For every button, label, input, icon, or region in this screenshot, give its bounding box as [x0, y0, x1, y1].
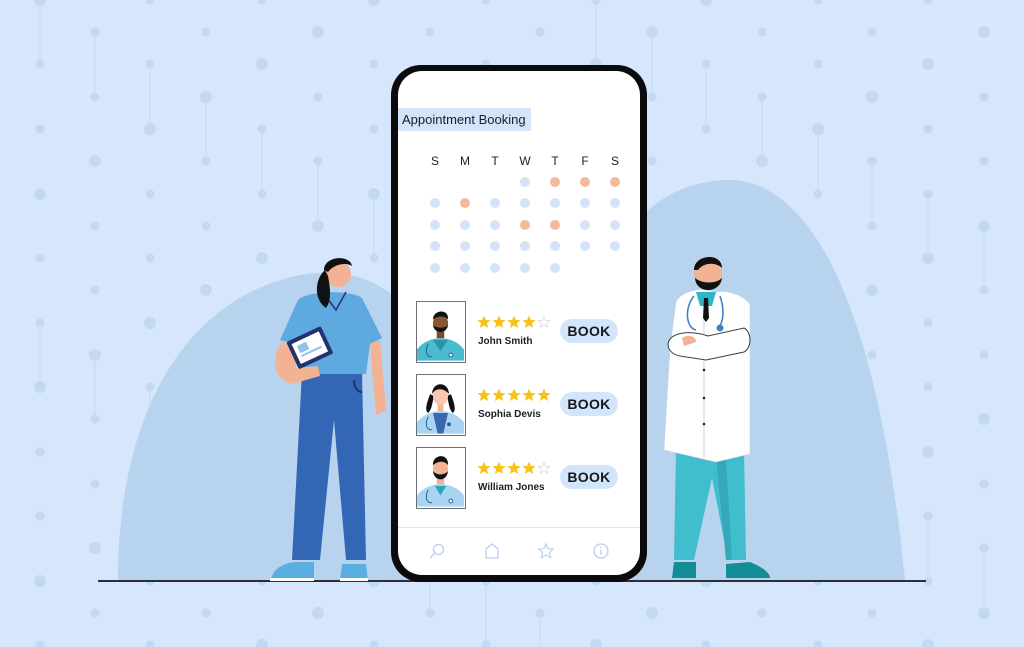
book-button[interactable]: BOOK [560, 465, 618, 489]
calendar-grid [420, 171, 630, 279]
calendar-day-available[interactable] [610, 219, 620, 230]
calendar-day-available[interactable] [520, 241, 530, 252]
doctor-name: John Smith [478, 336, 533, 347]
calendar-day-booked[interactable] [520, 219, 530, 230]
rating-stars [477, 461, 551, 475]
star-filled-icon [522, 315, 536, 329]
star-filled-icon [492, 315, 506, 329]
calendar-day-available[interactable] [580, 198, 590, 209]
calendar-day-available[interactable] [430, 219, 440, 230]
doctor-name: William Jones [478, 482, 545, 493]
nav-favorites[interactable] [534, 539, 558, 563]
calendar-week-row [420, 236, 630, 258]
star-filled-icon [477, 315, 491, 329]
calendar-day-empty [430, 177, 440, 187]
doctor-list-item: William Jones BOOK [416, 447, 626, 520]
star-empty-icon [537, 461, 551, 475]
star-filled-icon [522, 388, 536, 402]
calendar-day-booked[interactable] [550, 176, 560, 187]
calendar-day-available[interactable] [580, 219, 590, 230]
calendar-day-empty [460, 177, 470, 187]
phone-mockup: Appointment Booking S M T W T F S John S… [391, 65, 647, 582]
doctor-illustration [663, 256, 770, 578]
search-icon [429, 543, 445, 559]
calendar-week-row [420, 214, 630, 236]
calendar-day-available[interactable] [580, 241, 590, 252]
calendar-day-available[interactable] [520, 176, 530, 187]
doctor-list-item: Sophia Devis BOOK [416, 374, 626, 447]
nav-search[interactable] [425, 539, 449, 563]
star-filled-icon [492, 388, 506, 402]
calendar-week-row [420, 193, 630, 215]
star-filled-icon [537, 388, 551, 402]
doctor-list-item: John Smith BOOK [416, 301, 626, 374]
calendar-day-available[interactable] [460, 262, 470, 273]
calendar-day-available[interactable] [550, 198, 560, 209]
calendar-weekday-header: S M T W T F S [420, 151, 630, 171]
phone-screen: Appointment Booking S M T W T F S John S… [398, 71, 640, 575]
calendar-day-available[interactable] [490, 198, 500, 209]
star-filled-icon [507, 461, 521, 475]
weekday-label: F [581, 154, 589, 168]
calendar-day-available[interactable] [460, 219, 470, 230]
calendar-day-available[interactable] [430, 198, 440, 209]
calendar-day-available[interactable] [460, 241, 470, 252]
calendar-day-available[interactable] [430, 262, 440, 273]
bottom-nav [398, 539, 640, 569]
weekday-label: S [610, 154, 619, 168]
bottom-nav-divider [398, 527, 640, 528]
calendar-day-booked[interactable] [580, 176, 590, 187]
weekday-label: S [430, 154, 439, 168]
doctor-list: John Smith BOOK Sophia Devis BOOK Willia… [416, 301, 626, 520]
book-button[interactable]: BOOK [560, 319, 618, 343]
male-doctor-scrubs-avatar [416, 301, 466, 363]
calendar-day-available[interactable] [550, 262, 560, 273]
weekday-label: W [519, 154, 531, 168]
star-filled-icon [492, 461, 506, 475]
calendar-day-available[interactable] [490, 219, 500, 230]
star-icon [537, 542, 556, 559]
doctor-name: Sophia Devis [478, 409, 541, 420]
rating-stars [477, 315, 551, 329]
calendar-day-booked[interactable] [550, 219, 560, 230]
info-icon [593, 543, 609, 559]
calendar-day-available[interactable] [490, 262, 500, 273]
home-icon [485, 543, 499, 559]
male-doctor-coat-avatar [416, 447, 466, 509]
calendar-day-available[interactable] [610, 241, 620, 252]
star-filled-icon [477, 461, 491, 475]
calendar-day-empty [610, 263, 620, 273]
weekday-label: T [491, 154, 499, 168]
calendar-day-empty [580, 263, 590, 273]
star-empty-icon [537, 315, 551, 329]
book-button[interactable]: BOOK [560, 392, 618, 416]
calendar-day-available[interactable] [610, 198, 620, 209]
calendar-day-available[interactable] [520, 262, 530, 273]
calendar-day-empty [490, 177, 500, 187]
nav-home[interactable] [480, 539, 504, 563]
star-filled-icon [522, 461, 536, 475]
calendar: S M T W T F S [420, 151, 630, 279]
calendar-day-available[interactable] [490, 241, 500, 252]
calendar-day-booked[interactable] [610, 176, 620, 187]
calendar-day-available[interactable] [430, 241, 440, 252]
nav-info[interactable] [589, 539, 613, 563]
star-filled-icon [507, 315, 521, 329]
calendar-week-row [420, 171, 630, 193]
star-filled-icon [477, 388, 491, 402]
calendar-week-row [420, 257, 630, 279]
calendar-day-available[interactable] [550, 241, 560, 252]
female-doctor-avatar [416, 374, 466, 436]
rating-stars [477, 388, 551, 402]
nurse-illustration [270, 258, 386, 581]
star-filled-icon [507, 388, 521, 402]
calendar-day-available[interactable] [520, 198, 530, 209]
calendar-day-booked[interactable] [460, 198, 470, 209]
screen-title: Appointment Booking [398, 108, 531, 131]
weekday-label: T [551, 154, 559, 168]
weekday-label: M [460, 154, 470, 168]
